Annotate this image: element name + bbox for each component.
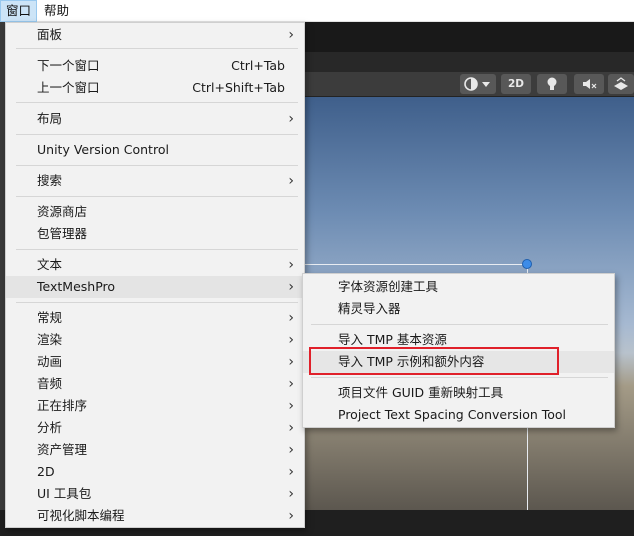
highlight-annotation-box	[309, 347, 559, 375]
submenu-chevron-icon: ›	[288, 464, 294, 480]
menu-item-panels[interactable]: 面板 ›	[6, 24, 304, 46]
menu-separator	[16, 249, 298, 250]
menu-item-audio[interactable]: 音频 ›	[6, 373, 304, 395]
menu-item-label: 2D	[37, 464, 55, 479]
scene-toolbar: 2D	[300, 72, 634, 97]
menu-item-shortcut: Ctrl+Tab	[231, 58, 285, 73]
submenu-chevron-icon: ›	[288, 508, 294, 524]
menu-item-rendering[interactable]: 渲染 ›	[6, 329, 304, 351]
menu-item-asset-management[interactable]: 资产管理 ›	[6, 439, 304, 461]
menu-item-text[interactable]: 文本 ›	[6, 254, 304, 276]
menu-item-label: Unity Version Control	[37, 142, 169, 157]
scene-gizmo-line	[300, 264, 528, 265]
menu-item-asset-store[interactable]: 资源商店	[6, 201, 304, 223]
menu-item-label: TextMeshPro	[37, 279, 116, 294]
effects-icon	[614, 77, 628, 90]
submenu-chevron-icon: ›	[288, 398, 294, 414]
menu-item-label: 动画	[37, 354, 63, 369]
submenu-chevron-icon: ›	[288, 173, 294, 189]
menu-item-label: 可视化脚本编程	[37, 508, 125, 523]
menu-item-textmeshpro[interactable]: TextMeshPro ›	[6, 276, 304, 298]
menu-item-previous-window[interactable]: 上一个窗口 Ctrl+Shift+Tab	[6, 77, 304, 99]
menu-item-sequencing[interactable]: 正在排序 ›	[6, 395, 304, 417]
submenu-chevron-icon: ›	[288, 420, 294, 436]
menu-item-2d[interactable]: 2D ›	[6, 461, 304, 483]
submenu-item-text-spacing-conversion[interactable]: Project Text Spacing Conversion Tool	[303, 404, 614, 426]
menu-item-label: 文本	[37, 257, 63, 272]
submenu-item-sprite-importer[interactable]: 精灵导入器	[303, 298, 614, 320]
menu-item-ui-toolkit[interactable]: UI 工具包 ›	[6, 483, 304, 505]
menu-bar: 窗口 帮助	[0, 0, 634, 22]
menu-item-animation[interactable]: 动画 ›	[6, 351, 304, 373]
submenu-item-label: Project Text Spacing Conversion Tool	[338, 407, 567, 422]
submenu-item-label: 精灵导入器	[338, 301, 401, 316]
window-menu: 面板 › 下一个窗口 Ctrl+Tab 上一个窗口 Ctrl+Shift+Tab…	[5, 22, 305, 528]
menu-separator	[16, 102, 298, 103]
menu-item-analysis[interactable]: 分析 ›	[6, 417, 304, 439]
menu-item-layout[interactable]: 布局 ›	[6, 108, 304, 130]
2d-toggle-button[interactable]: 2D	[501, 74, 531, 94]
menu-item-package-manager[interactable]: 包管理器	[6, 223, 304, 245]
dropdown-caret-icon	[482, 82, 490, 87]
menu-separator	[16, 165, 298, 166]
menu-help[interactable]: 帮助	[39, 0, 74, 22]
submenu-chevron-icon: ›	[288, 111, 294, 127]
menu-separator	[311, 324, 608, 325]
menu-item-general[interactable]: 常规 ›	[6, 307, 304, 329]
menu-item-unity-version-control[interactable]: Unity Version Control	[6, 139, 304, 161]
menu-item-next-window[interactable]: 下一个窗口 Ctrl+Tab	[6, 55, 304, 77]
menu-item-label: 资源商店	[37, 204, 88, 219]
menu-window[interactable]: 窗口	[0, 0, 38, 22]
submenu-chevron-icon: ›	[288, 310, 294, 326]
submenu-chevron-icon: ›	[288, 376, 294, 392]
menu-item-label: 包管理器	[37, 226, 88, 241]
menu-separator	[16, 302, 298, 303]
menu-separator	[16, 134, 298, 135]
submenu-chevron-icon: ›	[288, 354, 294, 370]
submenu-item-font-asset-creator[interactable]: 字体资源创建工具	[303, 276, 614, 298]
menu-separator	[16, 48, 298, 49]
menu-item-label: 搜索	[37, 173, 63, 188]
menu-item-label: 音频	[37, 376, 63, 391]
submenu-chevron-icon: ›	[288, 442, 294, 458]
shading-mode-button[interactable]	[460, 74, 496, 94]
audio-mute-icon	[583, 79, 597, 89]
menu-item-label: 常规	[37, 310, 63, 325]
menu-item-label: 下一个窗口	[37, 58, 100, 73]
menu-item-label: 上一个窗口	[37, 80, 100, 95]
submenu-item-label: 项目文件 GUID 重新映射工具	[338, 385, 504, 400]
submenu-chevron-icon: ›	[288, 279, 294, 295]
menu-separator	[16, 196, 298, 197]
submenu-item-guid-remapping-tool[interactable]: 项目文件 GUID 重新映射工具	[303, 382, 614, 404]
lighting-toggle-icon	[547, 77, 557, 90]
submenu-chevron-icon: ›	[288, 257, 294, 273]
menu-item-label: 布局	[37, 111, 63, 126]
menu-item-shortcut: Ctrl+Shift+Tab	[192, 80, 285, 95]
shading-mode-icon	[464, 77, 490, 91]
menu-item-label: 面板	[37, 27, 63, 42]
scene-tab-strip	[300, 52, 634, 72]
menu-item-label: 渲染	[37, 332, 63, 347]
editor-header-strip	[300, 22, 634, 52]
submenu-item-label: 字体资源创建工具	[338, 279, 439, 294]
submenu-chevron-icon: ›	[288, 332, 294, 348]
effects-button[interactable]	[608, 74, 634, 94]
menu-item-label: 正在排序	[37, 398, 88, 413]
menu-item-label: UI 工具包	[37, 486, 92, 501]
submenu-chevron-icon: ›	[288, 27, 294, 43]
lighting-toggle-button[interactable]	[537, 74, 567, 94]
menu-item-visual-scripting[interactable]: 可视化脚本编程 ›	[6, 505, 304, 527]
menu-item-label: 资产管理	[37, 442, 88, 457]
menu-item-label: 分析	[37, 420, 63, 435]
submenu-chevron-icon: ›	[288, 486, 294, 502]
audio-toggle-button[interactable]	[574, 74, 604, 94]
scene-gizmo-handle[interactable]	[522, 259, 532, 269]
menu-separator	[311, 377, 608, 378]
menu-item-search[interactable]: 搜索 ›	[6, 170, 304, 192]
